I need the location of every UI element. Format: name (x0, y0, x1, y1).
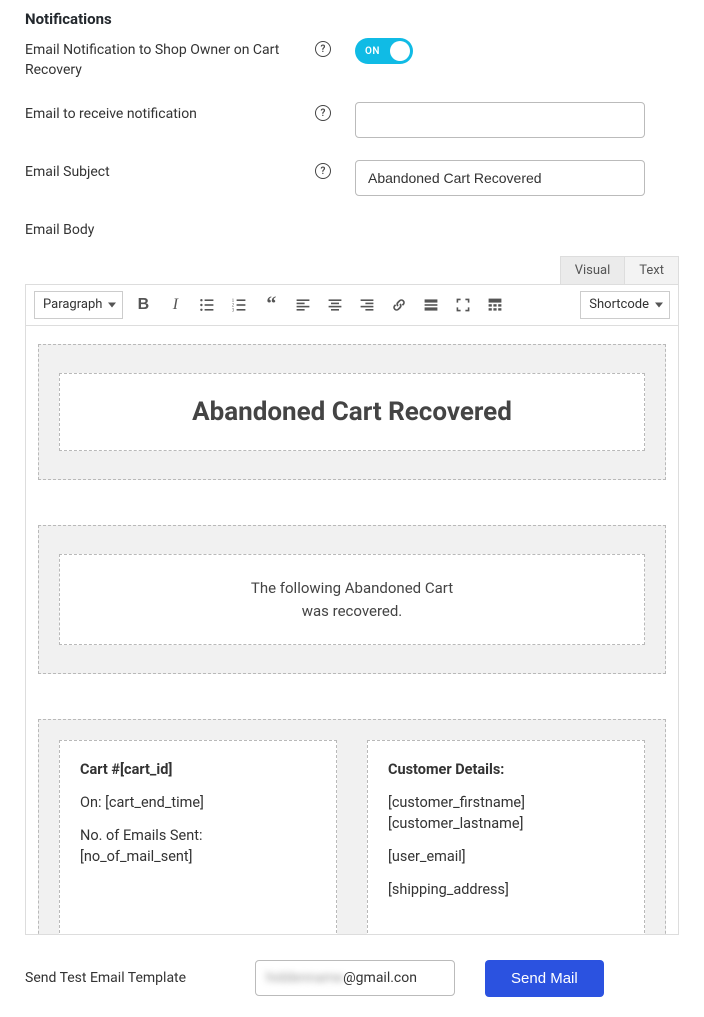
editor-content-area[interactable]: Abandoned Cart Recovered The following A… (26, 326, 678, 934)
email-intro-text: The following Abandoned Cart was recover… (80, 577, 624, 622)
shortcode-select-label: Shortcode (589, 297, 649, 312)
send-test-suffix: @gmail.con (343, 970, 417, 986)
link-icon[interactable] (387, 293, 411, 317)
insert-read-more-icon[interactable] (419, 293, 443, 317)
subject-label: Email Subject (25, 160, 315, 183)
details-columns: Cart #[cart_id] On: [cart_end_time] No. … (59, 740, 645, 934)
help-icon[interactable]: ? (315, 105, 331, 121)
row-toggle: Email Notification to Shop Owner on Cart… (25, 38, 679, 80)
email-intro-block: The following Abandoned Cart was recover… (38, 525, 666, 674)
send-test-label: Send Test Email Template (25, 970, 225, 986)
intro-line2: was recovered. (302, 602, 403, 620)
cart-column: Cart #[cart_id] On: [cart_end_time] No. … (59, 740, 337, 934)
editor: Visual Text Paragraph B I 123 “ (25, 256, 679, 935)
email-heading-inner: Abandoned Cart Recovered (59, 373, 645, 452)
numbered-list-icon[interactable]: 123 (227, 293, 251, 317)
email-details-block: Cart #[cart_id] On: [cart_end_time] No. … (38, 719, 666, 934)
shortcode-select[interactable]: Shortcode (580, 291, 670, 319)
toggle-knob (390, 41, 410, 61)
customer-name-line: [customer_firstname] [customer_lastname] (388, 792, 624, 834)
body-label: Email Body (25, 218, 315, 241)
blockquote-icon[interactable]: “ (259, 293, 283, 317)
customer-shipping-line: [shipping_address] (388, 879, 624, 900)
fullscreen-icon[interactable] (451, 293, 475, 317)
editor-tabs: Visual Text (25, 256, 679, 284)
bold-icon[interactable]: B (131, 293, 155, 317)
send-mail-button[interactable]: Send Mail (485, 960, 604, 997)
cart-emails-line: No. of Emails Sent: [no_of_mail_sent] (80, 825, 316, 867)
tab-visual[interactable]: Visual (560, 256, 626, 284)
help-icon[interactable]: ? (315, 163, 331, 179)
row-body-label: Email Body (25, 218, 679, 241)
customer-title: Customer Details: (388, 759, 624, 780)
format-select-label: Paragraph (43, 297, 102, 312)
customer-column: Customer Details: [customer_firstname] [… (367, 740, 645, 934)
send-test-blurred-prefix: hiddenname (266, 970, 343, 986)
row-subject: Email Subject ? (25, 160, 679, 196)
toggle-label: Email Notification to Shop Owner on Cart… (25, 38, 315, 80)
align-left-icon[interactable] (291, 293, 315, 317)
section-title: Notifications (25, 10, 679, 28)
svg-text:3: 3 (232, 308, 235, 313)
send-test-row: Send Test Email Template hiddenname@gmai… (25, 960, 679, 997)
align-right-icon[interactable] (355, 293, 379, 317)
bulleted-list-icon[interactable] (195, 293, 219, 317)
subject-input[interactable] (355, 160, 645, 196)
format-select[interactable]: Paragraph (34, 291, 123, 319)
editor-toolbar: Paragraph B I 123 “ Shortcode (25, 284, 679, 326)
send-test-input[interactable]: hiddenname@gmail.con (255, 960, 455, 996)
italic-icon[interactable]: I (163, 293, 187, 317)
align-center-icon[interactable] (323, 293, 347, 317)
cart-on-line: On: [cart_end_time] (80, 792, 316, 813)
recipient-input[interactable] (355, 102, 645, 138)
row-recipient: Email to receive notification ? (25, 102, 679, 138)
tab-text[interactable]: Text (625, 256, 679, 284)
toolbar-toggle-icon[interactable] (483, 293, 507, 317)
cart-title: Cart #[cart_id] (80, 759, 316, 780)
toggle-state-label: ON (365, 46, 380, 57)
editor-body: Abandoned Cart Recovered The following A… (25, 326, 679, 935)
email-heading: Abandoned Cart Recovered (80, 396, 624, 429)
help-icon[interactable]: ? (315, 41, 331, 57)
email-heading-block: Abandoned Cart Recovered (38, 344, 666, 481)
toggle-owner-notify[interactable]: ON (355, 38, 413, 64)
customer-email-line: [user_email] (388, 846, 624, 867)
email-intro-inner: The following Abandoned Cart was recover… (59, 554, 645, 645)
intro-line1: The following Abandoned Cart (251, 579, 453, 597)
recipient-label: Email to receive notification (25, 102, 315, 125)
